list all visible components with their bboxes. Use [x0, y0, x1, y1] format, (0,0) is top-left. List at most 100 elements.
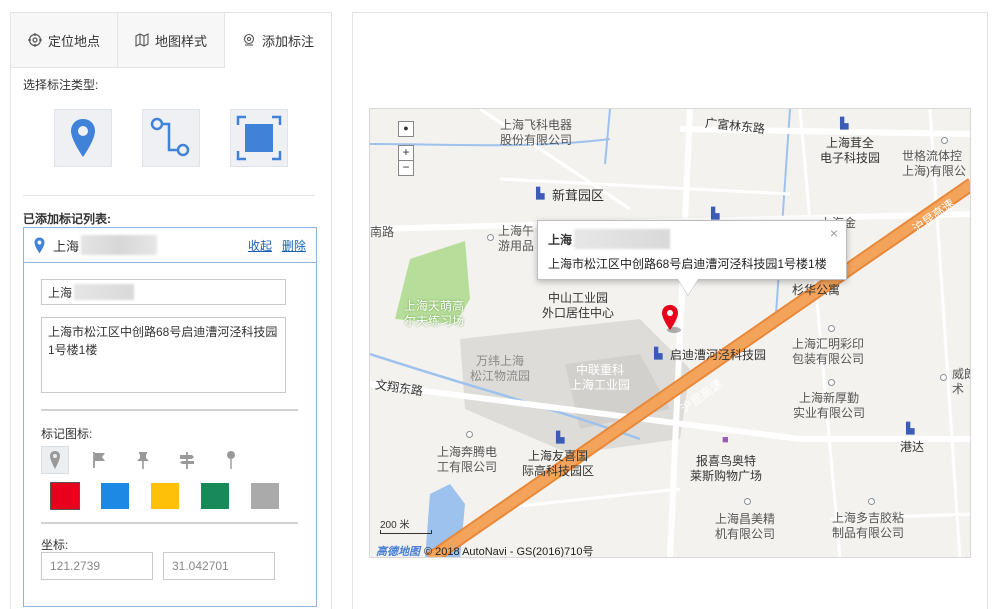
- map-label: 中联重科 上海工业园: [570, 363, 631, 392]
- color-swatch-yellow[interactable]: [151, 483, 179, 509]
- collapse-link[interactable]: 收起: [248, 237, 272, 254]
- map-label: 中山工业园 外口居住中心: [542, 291, 615, 320]
- marker-title-input[interactable]: 上海: [41, 279, 286, 305]
- poi-marker: [940, 374, 947, 381]
- map-label: 上海天萌高 尔夫练习场: [404, 299, 465, 328]
- color-swatch-gray[interactable]: [251, 483, 279, 509]
- delete-link[interactable]: 删除: [282, 237, 306, 254]
- poi-marker: [828, 325, 835, 332]
- marker-type-selector: [11, 93, 331, 193]
- map-pin-icon: [71, 119, 95, 157]
- poi-marker: [868, 498, 875, 505]
- tab-locate-label: 定位地点: [47, 33, 100, 49]
- signpost-icon[interactable]: [173, 446, 201, 474]
- map-pin-icon: [34, 237, 45, 253]
- map-label: 世格流体控 上海)有限公: [902, 149, 966, 178]
- map-label: 上海茸全 电子科技园: [820, 136, 881, 165]
- map-label: 上海新厚勤 实业有限公司: [793, 391, 866, 420]
- point-marker-button[interactable]: [54, 109, 112, 167]
- building-icon: ▙: [556, 432, 565, 444]
- map-label: 港达: [900, 440, 925, 454]
- pushpin-icon[interactable]: [129, 446, 157, 474]
- tab-add-marker[interactable]: 添加标注: [225, 13, 331, 68]
- map-label: 杉华公寓: [792, 283, 841, 297]
- poi-marker: [941, 137, 948, 144]
- map-label: 上海飞科电器 股份有限公司: [500, 118, 573, 147]
- divider: [41, 522, 298, 524]
- zoom-out-button[interactable]: −: [398, 160, 414, 176]
- tab-locate[interactable]: 定位地点: [11, 13, 118, 67]
- map-preview-panel: ● + − 上海飞科电器 股份有限公司 广富林东路 ▙ 上海茸全 电子科技园 世格流…: [352, 12, 988, 609]
- poi-marker: [744, 498, 751, 505]
- redacted-text: [81, 235, 158, 255]
- building-icon: ▙: [906, 423, 915, 435]
- redacted-text: [574, 229, 671, 249]
- tab-map-style-label: 地图样式: [154, 33, 207, 49]
- polygon-button[interactable]: [230, 109, 288, 167]
- color-swatch-green[interactable]: [201, 483, 229, 509]
- selected-location-marker[interactable]: [660, 304, 682, 334]
- polygon-icon: [236, 115, 282, 161]
- info-window: 上海 上海市松江区中创路68号启迪漕河泾科技园1号楼1楼 ×: [537, 220, 847, 280]
- map-label: 上海昌美精 机有限公司: [715, 512, 776, 541]
- scale-label: 200 米: [380, 520, 410, 531]
- building-icon: ▙: [654, 348, 663, 360]
- zoom-controls: ● + −: [398, 121, 414, 176]
- select-type-label: 选择标注类型:: [23, 78, 99, 92]
- zoom-in-button[interactable]: +: [398, 145, 414, 161]
- polyline-icon: [150, 117, 190, 157]
- building-icon: ▙: [711, 208, 720, 220]
- scale-bar: [380, 530, 432, 534]
- needle-pin-icon[interactable]: [217, 446, 245, 474]
- pin-icon[interactable]: [41, 446, 69, 474]
- tab-add-marker-label: 添加标注: [261, 33, 314, 49]
- map-label: 报喜鸟奥特 莱斯购物广场: [690, 454, 763, 483]
- marker-name: 上海: [53, 238, 80, 254]
- map-label: 上海汇明彩印 包装有限公司: [792, 337, 865, 366]
- map-logo: 高德地图: [376, 546, 420, 558]
- road-label: 南路: [370, 225, 395, 239]
- poi-marker: [466, 431, 473, 438]
- close-icon[interactable]: ×: [830, 225, 838, 241]
- crosshair-icon: [27, 33, 42, 47]
- poi-marker: [828, 379, 835, 386]
- map-label: 上海友喜国 际高科技园区: [522, 449, 595, 478]
- map-label: 上海多吉胶粘 制品有限公司: [832, 511, 905, 540]
- longitude-input[interactable]: 121.2739: [41, 552, 153, 580]
- icon-options: [41, 446, 245, 474]
- color-options: [50, 482, 279, 510]
- info-window-title: 上海: [548, 229, 836, 249]
- map-canvas[interactable]: ● + − 上海飞科电器 股份有限公司 广富林东路 ▙ 上海茸全 电子科技园 世格流…: [369, 108, 971, 558]
- tab-bar: 定位地点 地图样式 添加标注: [11, 13, 331, 68]
- map-copyright: 高德地图 © 2018 AutoNavi - GS(2016)710号: [376, 543, 594, 558]
- map-icon: [135, 33, 149, 47]
- map-label: 威朗术: [952, 367, 970, 396]
- poi-marker: [487, 234, 494, 241]
- marker-title-value: 上海: [48, 285, 73, 300]
- building-icon: ▙: [840, 118, 849, 130]
- locate-button[interactable]: ●: [398, 121, 414, 137]
- marker-address-textarea[interactable]: 上海市松江区中创路68号启迪漕河泾科技园1号楼1楼: [41, 317, 286, 393]
- info-window-tail: [678, 279, 698, 295]
- marker-card-header[interactable]: 上海 收起 删除: [24, 228, 316, 263]
- building-icon: ▙: [536, 188, 545, 200]
- map-label: 启迪漕河泾科技园: [670, 348, 767, 362]
- tab-map-style[interactable]: 地图样式: [118, 13, 225, 67]
- icon-label: 标记图标:: [41, 427, 93, 441]
- map-label: 万纬上海 松江物流园: [470, 354, 531, 383]
- map-label: 上海午 游用品: [498, 224, 535, 253]
- coordinate-label: 坐标:: [41, 538, 69, 552]
- flag-icon[interactable]: [85, 446, 113, 474]
- map-label: 新茸园区: [552, 188, 605, 203]
- shopping-icon: ■: [722, 434, 729, 446]
- color-swatch-red[interactable]: [50, 482, 80, 510]
- info-window-address: 上海市松江区中创路68号启迪漕河泾科技园1号楼1楼: [548, 257, 827, 271]
- marker-list-title: 已添加标记列表:: [23, 212, 111, 226]
- redacted-text: [74, 284, 135, 300]
- copyright-text: © 2018 AutoNavi - GS(2016)710号: [424, 546, 594, 558]
- divider: [41, 409, 298, 411]
- annotation-panel: 定位地点 地图样式 添加标注 选择标注类型: 已添加标记列表: 上海 收起 删除…: [10, 12, 332, 609]
- polyline-button[interactable]: [142, 109, 200, 167]
- latitude-input[interactable]: 31.042701: [163, 552, 275, 580]
- color-swatch-blue[interactable]: [101, 483, 129, 509]
